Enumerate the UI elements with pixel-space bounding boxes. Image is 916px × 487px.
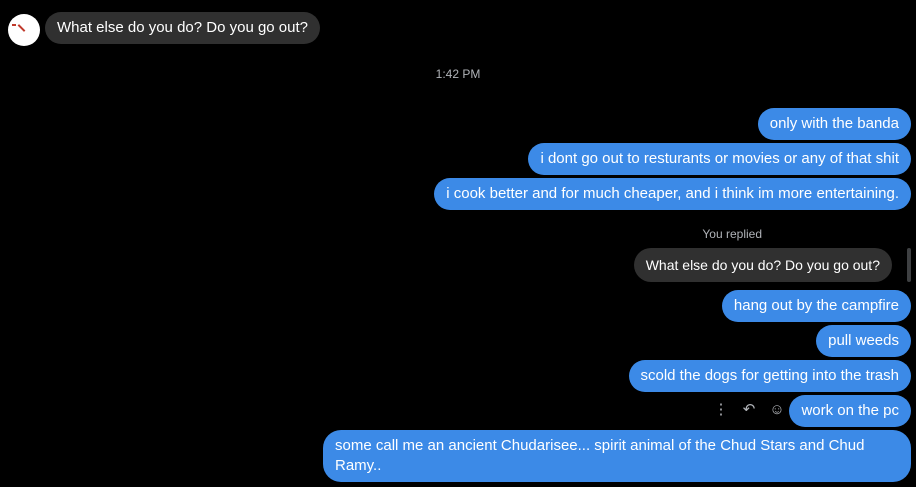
outgoing-message[interactable]: i cook better and for much cheaper, and … <box>434 178 911 210</box>
more-options-icon[interactable]: ⋮ <box>712 398 730 420</box>
incoming-message[interactable]: What else do you do? Do you go out? <box>45 12 321 44</box>
outgoing-message[interactable]: some call me an ancient Chudarisee... sp… <box>323 430 911 482</box>
outgoing-message[interactable]: hang out by the campfire <box>721 290 911 322</box>
replied-label: You replied <box>702 227 762 241</box>
outgoing-message-hovered[interactable]: work on the pc <box>789 395 911 427</box>
avatar-mark <box>17 24 26 32</box>
reply-icon[interactable]: ↶ <box>740 398 758 420</box>
reply-indicator-bar <box>907 248 911 282</box>
react-emoji-icon[interactable]: ☺ <box>768 398 786 420</box>
message-timestamp: 1:42 PM <box>435 67 481 81</box>
outgoing-message[interactable]: only with the banda <box>757 108 911 140</box>
avatar-mark-small <box>12 24 16 26</box>
outgoing-message[interactable]: i dont go out to resturants or movies or… <box>528 143 911 175</box>
reply-quote[interactable]: What else do you do? Do you go out? <box>633 248 892 282</box>
contact-avatar[interactable] <box>8 14 40 46</box>
message-actions: ⋮ ↶ ☺ <box>712 398 786 420</box>
outgoing-message[interactable]: pull weeds <box>816 325 911 357</box>
outgoing-message[interactable]: scold the dogs for getting into the tras… <box>628 360 911 392</box>
